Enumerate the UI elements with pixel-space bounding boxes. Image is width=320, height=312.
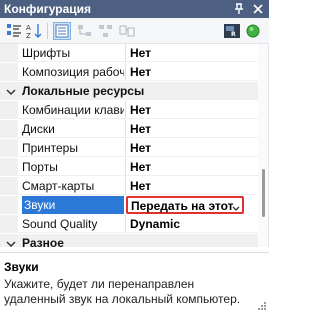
collapse-tree-icon[interactable] xyxy=(97,22,115,40)
resize-grip-icon[interactable] xyxy=(257,300,267,310)
row-gutter xyxy=(0,177,18,195)
link-icon[interactable] xyxy=(118,22,136,40)
pin-icon[interactable] xyxy=(231,1,247,17)
row-divider xyxy=(18,118,258,119)
dropdown-value: Передать на этот компьютер xyxy=(131,199,235,213)
row-divider xyxy=(18,232,258,233)
property-value: Нет xyxy=(130,141,152,155)
property-value: Нет xyxy=(130,46,152,60)
property-row-desktop-composition[interactable]: Композиция рабочего стола Нет xyxy=(0,63,258,81)
row-gutter xyxy=(0,44,18,62)
property-name: Sound Quality xyxy=(22,217,98,231)
sort-alphabetical-icon[interactable]: A Z xyxy=(25,22,43,40)
property-name: Шрифты xyxy=(22,46,71,60)
property-row-sound-quality[interactable]: Sound Quality Dynamic xyxy=(0,215,258,233)
property-row-key-combinations[interactable]: Комбинации клавиш Нет xyxy=(0,101,258,119)
property-row-fonts[interactable]: Шрифты Нет xyxy=(0,44,258,62)
row-divider xyxy=(18,175,258,176)
panel-title-bar: Конфигурация xyxy=(0,0,269,18)
column-divider xyxy=(125,63,126,81)
row-gutter xyxy=(0,196,18,214)
row-divider xyxy=(18,80,258,81)
row-divider xyxy=(18,61,258,62)
row-divider xyxy=(18,156,258,157)
property-value: Нет xyxy=(130,103,152,117)
sounds-dropdown[interactable]: Передать на этот компьютер xyxy=(126,196,244,214)
column-divider xyxy=(125,101,126,119)
category-label: Локальные ресурсы xyxy=(22,84,145,98)
property-name: Звуки xyxy=(22,196,124,214)
column-divider xyxy=(125,158,126,176)
property-name: Порты xyxy=(22,160,58,174)
row-gutter xyxy=(0,139,18,157)
collapse-arrow-icon[interactable] xyxy=(6,238,16,247)
toolbar-separator xyxy=(47,23,48,39)
expand-tree-icon[interactable] xyxy=(76,22,94,40)
row-divider xyxy=(18,137,258,138)
property-name: Смарт-карты xyxy=(22,179,95,193)
row-gutter xyxy=(0,63,18,81)
property-toolbar: A Z R xyxy=(0,18,269,44)
property-value: Нет xyxy=(130,65,152,79)
row-gutter xyxy=(0,158,18,176)
row-divider xyxy=(18,194,258,195)
close-icon[interactable] xyxy=(250,1,266,17)
property-row-smart-cards[interactable]: Смарт-карты Нет xyxy=(0,177,258,195)
property-row-printers[interactable]: Принтеры Нет xyxy=(0,139,258,157)
description-text: Укажите, будет ли перенаправлен удаленны… xyxy=(4,277,241,306)
column-divider xyxy=(125,215,126,233)
row-gutter xyxy=(0,120,18,138)
property-value: Нет xyxy=(130,160,152,174)
property-value: Нет xyxy=(130,179,152,193)
chevron-down-icon[interactable] xyxy=(232,202,240,211)
property-row-drives[interactable]: Диски Нет xyxy=(0,120,258,138)
category-local-resources[interactable]: Локальные ресурсы xyxy=(0,82,258,100)
description-title: Звуки xyxy=(4,260,39,274)
category-misc[interactable]: Разное xyxy=(0,234,258,247)
property-value: Dynamic xyxy=(130,217,181,231)
properties-view-icon[interactable] xyxy=(53,22,71,40)
property-name: Диски xyxy=(22,122,55,136)
svg-text:Z: Z xyxy=(26,32,31,40)
property-grid: Шрифты Нет Композиция рабочего стола Нет… xyxy=(0,44,269,247)
category-label: Разное xyxy=(22,236,64,247)
property-value: Нет xyxy=(130,122,152,136)
column-divider xyxy=(125,139,126,157)
categorized-view-icon[interactable] xyxy=(5,22,23,40)
property-row-sounds[interactable]: Звуки Передать на этот компьютер xyxy=(0,196,258,214)
column-divider xyxy=(125,120,126,138)
svg-text:R: R xyxy=(231,31,236,38)
row-gutter xyxy=(0,215,18,233)
vertical-scrollbar[interactable] xyxy=(258,44,268,247)
panel-title: Конфигурация xyxy=(4,2,92,16)
column-divider xyxy=(125,177,126,195)
property-name: Композиция рабочего стола xyxy=(22,65,124,79)
scrollbar-thumb[interactable] xyxy=(262,169,265,217)
row-gutter xyxy=(0,101,18,119)
status-indicator-icon xyxy=(244,22,262,40)
collapse-arrow-icon[interactable] xyxy=(6,86,16,96)
remote-desktop-icon[interactable]: R xyxy=(223,22,241,40)
property-name: Комбинации клавиш xyxy=(22,103,124,117)
svg-text:A: A xyxy=(26,24,31,32)
property-row-ports[interactable]: Порты Нет xyxy=(0,158,258,176)
description-pane: Звуки Укажите, будет ли перенаправлен уд… xyxy=(0,252,269,312)
property-name: Принтеры xyxy=(22,141,78,155)
column-divider xyxy=(125,44,126,62)
